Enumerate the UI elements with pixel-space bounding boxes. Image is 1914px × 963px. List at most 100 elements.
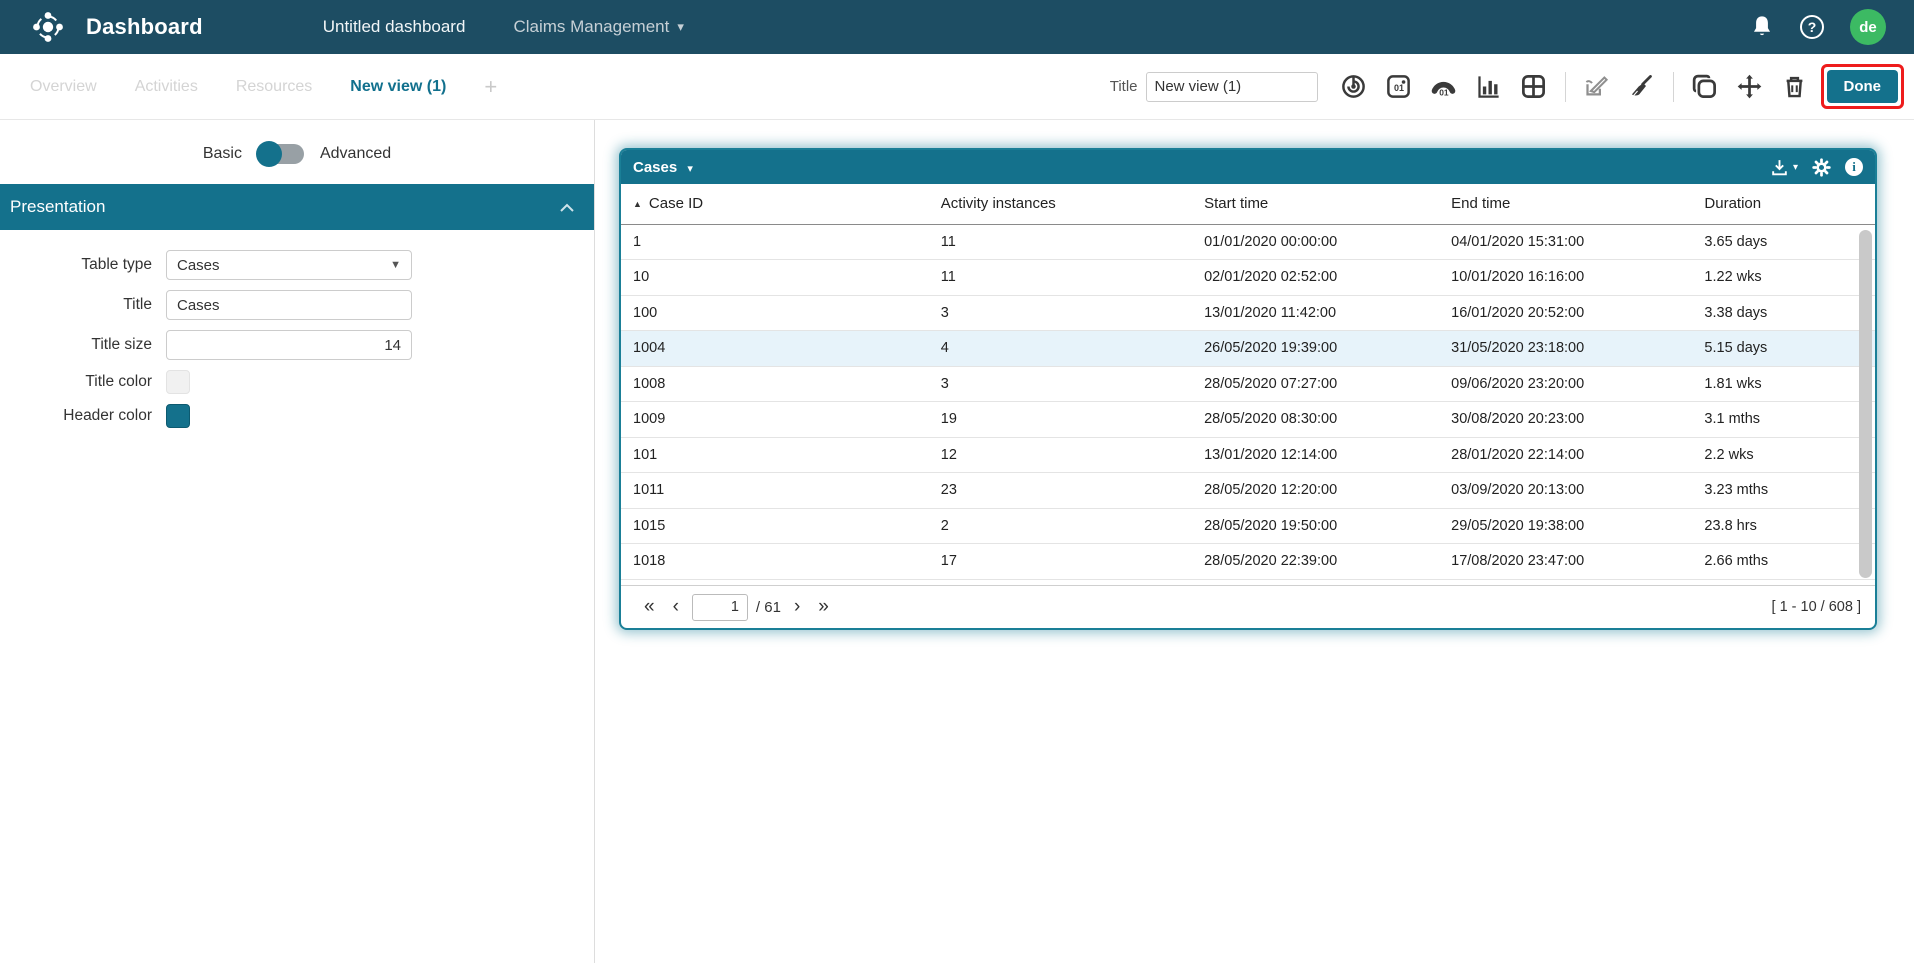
previous-page-icon[interactable]: ‹ bbox=[664, 596, 688, 618]
column-header-end-time[interactable]: End time bbox=[1451, 184, 1704, 224]
page-number-input[interactable] bbox=[692, 594, 748, 621]
table-body: 11101/01/2020 00:00:0004/01/2020 15:31:0… bbox=[621, 224, 1875, 579]
header-color-swatch[interactable] bbox=[166, 404, 190, 428]
move-icon[interactable] bbox=[1732, 69, 1768, 105]
copy-icon[interactable] bbox=[1687, 69, 1723, 105]
widget-title-text: Cases bbox=[633, 159, 677, 176]
table-row[interactable]: 101102/01/2020 02:52:0010/01/2020 16:16:… bbox=[621, 260, 1875, 296]
column-header-case-id[interactable]: ▲Case ID bbox=[621, 184, 941, 224]
table-row[interactable]: 1011213/01/2020 12:14:0028/01/2020 22:14… bbox=[621, 437, 1875, 473]
toolbar-separator bbox=[1673, 72, 1674, 102]
table-cell: 03/09/2020 20:13:00 bbox=[1451, 473, 1704, 509]
table-row[interactable]: 100313/01/2020 11:42:0016/01/2020 20:52:… bbox=[621, 295, 1875, 331]
help-icon[interactable]: ? bbox=[1800, 15, 1824, 39]
column-header-start-time[interactable]: Start time bbox=[1204, 184, 1451, 224]
column-header-activity-instances[interactable]: Activity instances bbox=[941, 184, 1204, 224]
widget-title[interactable]: Cases ▾ bbox=[633, 159, 693, 176]
table-cell: 28/05/2020 12:20:00 bbox=[1204, 473, 1451, 509]
table-cell: 28/05/2020 08:30:00 bbox=[1204, 402, 1451, 438]
widget-title-input[interactable] bbox=[166, 290, 412, 320]
bar-chart-icon[interactable] bbox=[1471, 69, 1507, 105]
table-cell: 26/05/2020 19:39:00 bbox=[1204, 331, 1451, 367]
add-view-icon[interactable]: + bbox=[484, 74, 497, 100]
table-row[interactable]: 1008328/05/2020 07:27:0009/06/2020 23:20… bbox=[621, 366, 1875, 402]
page: Dashboard Untitled dashboard Claims Mana… bbox=[0, 0, 1914, 963]
table-row[interactable]: 10112328/05/2020 12:20:0003/09/2020 20:1… bbox=[621, 473, 1875, 509]
tab-activities[interactable]: Activities bbox=[135, 78, 198, 96]
done-button[interactable]: Done bbox=[1827, 70, 1899, 103]
view-title-input[interactable] bbox=[1146, 72, 1318, 102]
table-type-select[interactable]: Cases ▼ bbox=[166, 250, 412, 280]
table-cell: 3.65 days bbox=[1704, 224, 1875, 260]
table-zone: ▲Case ID Activity instances Start time E… bbox=[621, 184, 1875, 585]
basic-advanced-toggle[interactable] bbox=[258, 144, 304, 164]
user-avatar[interactable]: de bbox=[1850, 9, 1886, 45]
sort-ascending-icon: ▲ bbox=[633, 199, 642, 209]
chevron-down-icon: ▾ bbox=[687, 163, 693, 175]
table-cell: 30/08/2020 20:23:00 bbox=[1451, 402, 1704, 438]
tab-resources[interactable]: Resources bbox=[236, 78, 312, 96]
info-icon[interactable]: i bbox=[1845, 158, 1863, 176]
view-toolbar: Overview Activities Resources New view (… bbox=[0, 54, 1914, 120]
first-page-icon[interactable]: « bbox=[635, 596, 664, 618]
trash-icon[interactable] bbox=[1777, 69, 1813, 105]
widget-header: Cases ▾ ▾ bbox=[621, 150, 1875, 184]
dashboard-canvas: Cases ▾ ▾ bbox=[595, 120, 1914, 963]
broom-icon[interactable] bbox=[1624, 69, 1660, 105]
app-title: Dashboard bbox=[86, 14, 203, 40]
dashboard-name[interactable]: Untitled dashboard bbox=[323, 17, 466, 37]
table-row[interactable]: 1004426/05/2020 19:39:0031/05/2020 23:18… bbox=[621, 331, 1875, 367]
table-cell: 16/01/2020 20:52:00 bbox=[1451, 295, 1704, 331]
chevron-up-icon bbox=[560, 203, 574, 212]
number-card-icon[interactable]: 01 bbox=[1381, 69, 1417, 105]
table-cell: 1008 bbox=[621, 366, 941, 402]
cases-table-widget[interactable]: Cases ▾ ▾ bbox=[619, 148, 1877, 630]
table-cell: 11 bbox=[941, 260, 1204, 296]
table-cell: 23 bbox=[941, 473, 1204, 509]
settings-sidebar: Basic Advanced Presentation Table type C… bbox=[0, 120, 595, 963]
table-row[interactable]: 1015228/05/2020 19:50:0029/05/2020 19:38… bbox=[621, 508, 1875, 544]
notifications-bell-icon[interactable] bbox=[1750, 14, 1774, 40]
vertical-scrollbar-thumb[interactable] bbox=[1859, 230, 1872, 578]
last-page-icon[interactable]: » bbox=[809, 596, 838, 618]
table-cell: 100 bbox=[621, 295, 941, 331]
table-cell: 3 bbox=[941, 366, 1204, 402]
table-row[interactable]: 10181728/05/2020 22:39:0017/08/2020 23:4… bbox=[621, 544, 1875, 580]
download-button[interactable]: ▾ bbox=[1770, 158, 1798, 177]
table-cell: 04/01/2020 15:31:00 bbox=[1451, 224, 1704, 260]
avatar-initials: de bbox=[1859, 19, 1877, 36]
gear-icon[interactable] bbox=[1812, 158, 1831, 177]
log-selector[interactable]: Claims Management ▾ bbox=[513, 17, 683, 37]
table-cell: 28/01/2020 22:14:00 bbox=[1451, 437, 1704, 473]
table-cell: 13/01/2020 12:14:00 bbox=[1204, 437, 1451, 473]
toolbar-separator bbox=[1565, 72, 1566, 102]
done-button-highlight: Done bbox=[1821, 64, 1905, 109]
chevron-down-icon: ▾ bbox=[1793, 162, 1798, 173]
title-size-input[interactable] bbox=[166, 330, 412, 360]
table-cell: 17/08/2020 23:47:00 bbox=[1451, 544, 1704, 580]
table-type-row: Table type Cases ▼ bbox=[0, 250, 594, 280]
tab-overview[interactable]: Overview bbox=[30, 78, 97, 96]
next-page-icon[interactable]: › bbox=[785, 596, 809, 618]
table-row[interactable]: 11101/01/2020 00:00:0004/01/2020 15:31:0… bbox=[621, 224, 1875, 260]
table-cell: 3 bbox=[941, 295, 1204, 331]
download-icon bbox=[1770, 158, 1789, 177]
table-cell: 3.38 days bbox=[1704, 295, 1875, 331]
pie-chart-icon[interactable] bbox=[1336, 69, 1372, 105]
view-title-label: Title bbox=[1110, 78, 1138, 95]
tab-new-view[interactable]: New view (1) bbox=[350, 78, 446, 96]
table-icon[interactable] bbox=[1516, 69, 1552, 105]
column-header-duration[interactable]: Duration bbox=[1704, 184, 1875, 224]
presentation-section-header[interactable]: Presentation bbox=[0, 184, 594, 230]
table-cell: 1 bbox=[621, 224, 941, 260]
table-cell: 01/01/2020 00:00:00 bbox=[1204, 224, 1451, 260]
annotate-icon[interactable] bbox=[1579, 69, 1615, 105]
table-cell: 28/05/2020 19:50:00 bbox=[1204, 508, 1451, 544]
gauge-icon[interactable]: 01 bbox=[1426, 69, 1462, 105]
table-row[interactable]: 10091928/05/2020 08:30:0030/08/2020 20:2… bbox=[621, 402, 1875, 438]
title-field-label: Title bbox=[0, 296, 152, 314]
title-color-swatch[interactable] bbox=[166, 370, 190, 394]
table-cell: 10/01/2020 16:16:00 bbox=[1451, 260, 1704, 296]
table-cell: 2.66 mths bbox=[1704, 544, 1875, 580]
header-color-row: Header color bbox=[0, 404, 594, 428]
